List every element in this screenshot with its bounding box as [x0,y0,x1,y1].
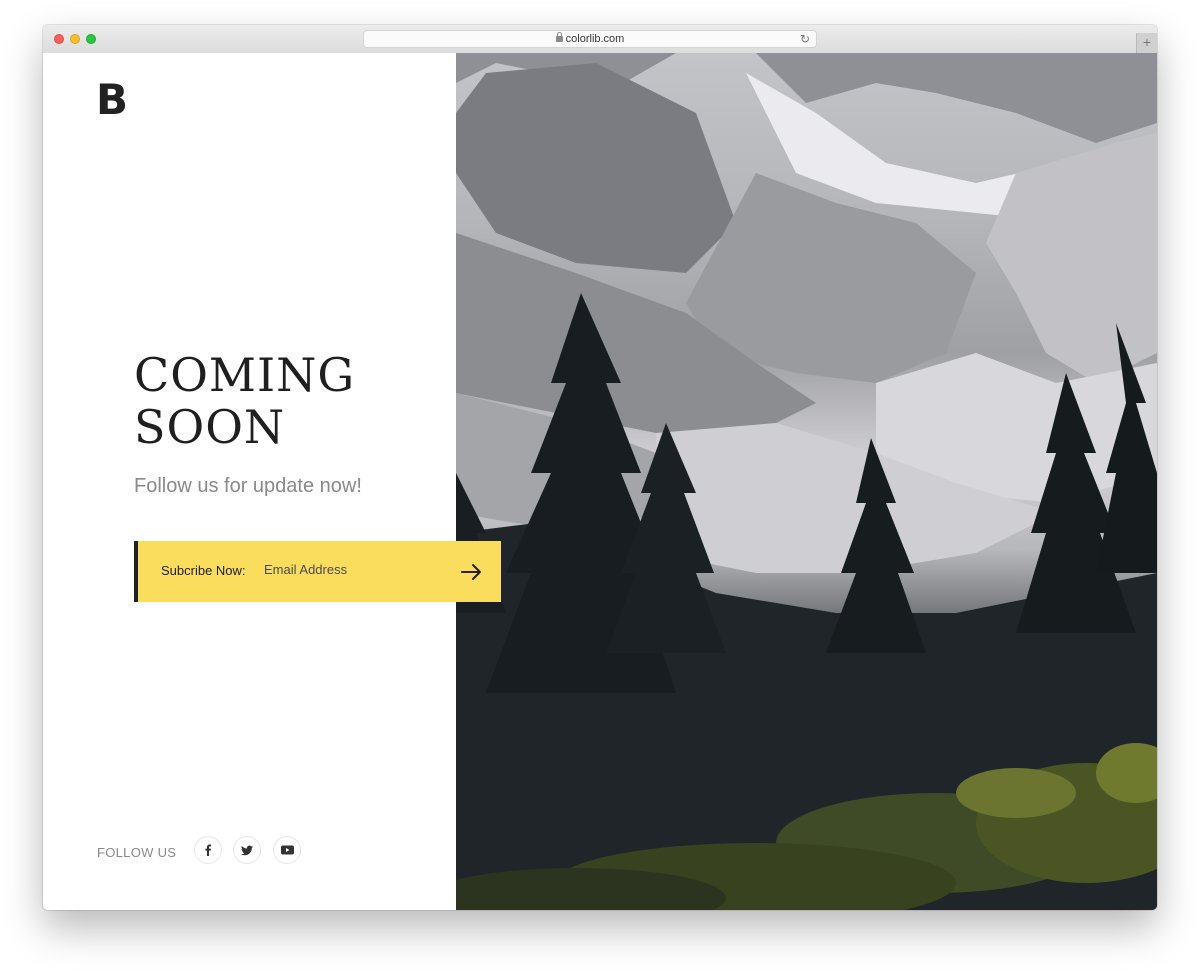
page-content: B COMING SOON Follow us for update now! … [43,53,1157,910]
twitter-icon [241,845,253,855]
twitter-link[interactable] [233,836,261,864]
browser-window: colorlib.com ↻ + B COMING SOON Follow us… [43,25,1157,910]
facebook-link[interactable] [194,836,222,864]
headline-line-2: SOON [134,400,286,454]
hero-mountain-photo [456,53,1157,910]
email-field[interactable] [264,557,444,581]
mountain-forest-illustration [456,53,1157,910]
arrow-right-icon [461,564,481,580]
facebook-icon [205,844,211,856]
tagline: Follow us for update now! [134,475,362,497]
youtube-icon [280,845,294,855]
minimize-window-button[interactable] [70,34,80,44]
left-panel: B COMING SOON Follow us for update now! … [43,53,456,910]
follow-us-label: FOLLOW US [97,845,177,860]
headline-line-1: COMING [134,348,356,402]
new-tab-button[interactable]: + [1136,33,1157,53]
maximize-window-button[interactable] [86,34,96,44]
page-title: COMING SOON [134,349,355,453]
address-bar[interactable]: colorlib.com ↻ [363,30,817,48]
subscribe-form: Subcribe Now: [134,541,501,602]
url-text: colorlib.com [565,33,625,45]
lock-icon [555,32,563,42]
subscribe-label: Subcribe Now: [161,563,246,578]
youtube-link[interactable] [273,836,301,864]
browser-titlebar: colorlib.com ↻ + [43,25,1157,54]
submit-button[interactable] [461,563,483,581]
site-logo[interactable]: B [96,75,128,124]
reload-icon[interactable]: ↻ [800,31,810,47]
close-window-button[interactable] [54,34,64,44]
